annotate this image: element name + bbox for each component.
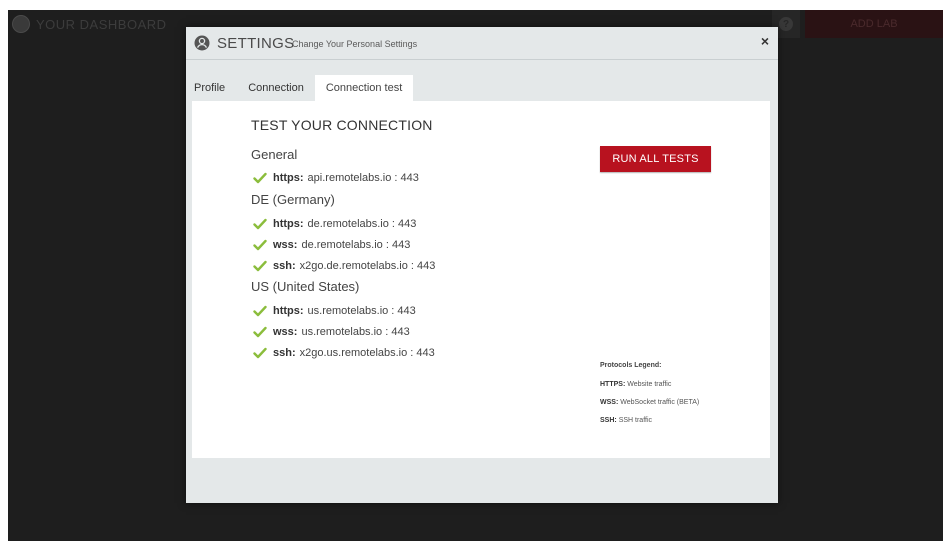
host-label: de.remotelabs.io : 443 xyxy=(301,239,411,251)
test-item: https: api.remotelabs.io : 443 xyxy=(253,171,419,185)
group-united-states: US (United States) xyxy=(251,279,360,294)
close-icon[interactable]: × xyxy=(758,33,772,49)
modal-title: SETTINGS xyxy=(217,35,295,52)
test-item: https: de.remotelabs.io : 443 xyxy=(253,217,416,231)
legend-desc: WebSocket traffic (BETA) xyxy=(620,399,700,406)
add-lab-button[interactable]: ADD LAB xyxy=(805,10,943,38)
check-icon xyxy=(253,172,267,184)
protocol-label: https: xyxy=(273,305,304,317)
host-label: x2go.us.remotelabs.io : 443 xyxy=(299,347,435,359)
test-item: https: us.remotelabs.io : 443 xyxy=(253,304,416,318)
host-label: api.remotelabs.io : 443 xyxy=(307,172,419,184)
check-icon xyxy=(253,218,267,230)
host-label: us.remotelabs.io : 443 xyxy=(301,326,410,338)
legend-key: WSS: xyxy=(600,399,619,406)
legend-item: SSH: SSH traffic xyxy=(600,417,652,424)
check-icon xyxy=(253,326,267,338)
legend-desc: Website traffic xyxy=(627,381,672,388)
host-label: de.remotelabs.io : 443 xyxy=(307,218,417,230)
protocol-label: ssh: xyxy=(273,260,296,272)
legend-item: WSS: WebSocket traffic (BETA) xyxy=(600,399,699,406)
connection-test-panel: TEST YOUR CONNECTION General https: api.… xyxy=(192,101,770,458)
question-icon: ? xyxy=(779,17,793,31)
protocol-label: wss: xyxy=(273,326,298,338)
legend-title: Protocols Legend: xyxy=(600,362,662,369)
group-germany: DE (Germany) xyxy=(251,192,335,207)
check-icon xyxy=(253,347,267,359)
tab-connection[interactable]: Connection xyxy=(237,75,315,101)
panel-title: TEST YOUR CONNECTION xyxy=(251,117,433,133)
host-label: x2go.de.remotelabs.io : 443 xyxy=(299,260,436,272)
run-all-tests-button[interactable]: RUN ALL TESTS xyxy=(600,146,711,172)
check-icon xyxy=(253,305,267,317)
protocol-label: https: xyxy=(273,172,304,184)
test-item: ssh: x2go.de.remotelabs.io : 443 xyxy=(253,259,435,273)
legend-item: HTTPS: Website traffic xyxy=(600,381,671,388)
settings-tabs: Profile Connection Connection test xyxy=(192,75,414,101)
group-general: General xyxy=(251,147,298,162)
check-icon xyxy=(253,239,267,251)
modal-header: SETTINGS Change Your Personal Settings × xyxy=(186,27,778,59)
logo-icon xyxy=(12,15,30,33)
legend-key: SSH: xyxy=(600,417,617,424)
tab-profile[interactable]: Profile xyxy=(192,75,237,101)
protocol-label: ssh: xyxy=(273,347,296,359)
host-label: us.remotelabs.io : 443 xyxy=(307,305,416,317)
legend-key: HTTPS: xyxy=(600,381,626,388)
check-icon xyxy=(253,260,267,272)
test-item: wss: us.remotelabs.io : 443 xyxy=(253,325,410,339)
legend-desc: SSH traffic xyxy=(618,417,653,424)
test-item: wss: de.remotelabs.io : 443 xyxy=(253,238,410,252)
modal-subtitle: Change Your Personal Settings xyxy=(292,39,418,49)
protocol-label: wss: xyxy=(273,239,298,251)
settings-modal: SETTINGS Change Your Personal Settings ×… xyxy=(186,27,778,503)
dashboard-title: YOUR DASHBOARD xyxy=(36,17,167,32)
protocol-label: https: xyxy=(273,218,304,230)
user-circle-icon xyxy=(194,35,210,51)
header-divider xyxy=(186,59,778,60)
test-item: ssh: x2go.us.remotelabs.io : 443 xyxy=(253,346,435,360)
tab-connection-test[interactable]: Connection test xyxy=(314,75,414,101)
